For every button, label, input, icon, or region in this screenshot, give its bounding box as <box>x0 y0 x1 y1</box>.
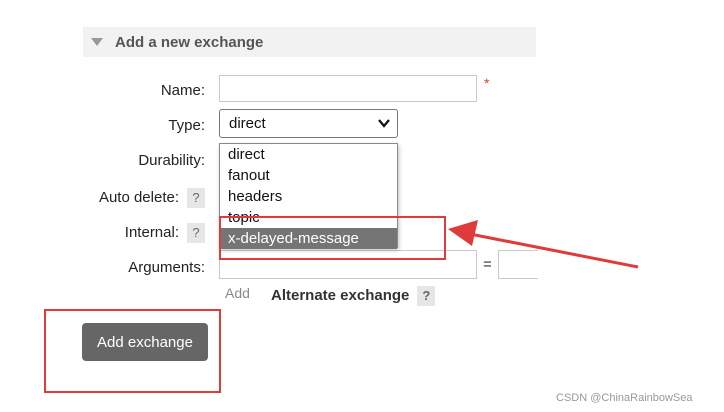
watermark: CSDN @ChinaRainbowSea <box>556 392 693 404</box>
annotation-arrow <box>448 220 639 269</box>
